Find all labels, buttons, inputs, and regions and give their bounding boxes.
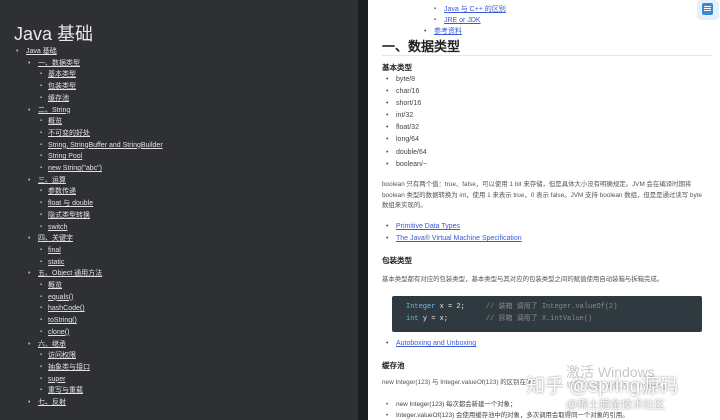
toc-item[interactable]: toString()	[38, 315, 344, 327]
reference-links: Primitive Data Types The Java® Virtual M…	[382, 221, 522, 245]
toc-item[interactable]: String, StringBuffer and StringBuilder	[38, 140, 344, 152]
panel-divider[interactable]	[358, 0, 368, 420]
toc-item-root[interactable]: Java 基础 一、数据类型 基本类型 包装类型 缓存池 二、String 概览…	[14, 46, 344, 409]
toc-item[interactable]: 访问权限	[38, 350, 344, 362]
code-line: Integer x = 2; // 装箱 调用了 Integer.valueOf…	[406, 303, 618, 311]
subheading-basic-types: 基本类型	[382, 63, 412, 72]
toc-item[interactable]: 概览	[38, 280, 344, 292]
toc-item[interactable]: 参数传递	[38, 186, 344, 198]
toc-item[interactable]: new String("abc")	[38, 163, 344, 175]
toc-section[interactable]: 六、继承 访问权限 抽象类与接口 super 重写与重载	[26, 339, 344, 398]
toc-section[interactable]: 一、数据类型 基本类型 包装类型 缓存池	[26, 58, 344, 105]
list-item: double/64	[382, 147, 427, 159]
subheading-cache-pool: 缓存池	[382, 361, 405, 370]
juejin-watermark: @稀土掘金技术社区	[566, 399, 666, 411]
list-item: int/32	[382, 110, 427, 122]
list-item: float/32	[382, 122, 427, 134]
toc-item[interactable]: 基本类型	[38, 69, 344, 81]
content-panel: Java 与 C++ 的区别 JRE or JDK 参考资料 一、数据类型 基本…	[368, 0, 720, 420]
toc-item[interactable]: final	[38, 245, 344, 257]
section-heading: 一、数据类型	[382, 39, 461, 54]
autobox-links: Autoboxing and Unboxing	[382, 338, 476, 350]
boolean-paragraph: boolean 只有两个值：true、false，可以使用 1 bit 来存储，…	[382, 181, 702, 209]
list-item: short/16	[382, 98, 427, 110]
basic-types-list: byte/8 char/16 short/16 int/32 float/32 …	[382, 74, 427, 171]
toc-item[interactable]: 缓存池	[38, 93, 344, 105]
toc-item[interactable]: String Pool	[38, 151, 344, 163]
toc-item[interactable]: 不可变的好处	[38, 128, 344, 140]
toc-link[interactable]: JRE or JDK	[424, 15, 506, 26]
toc-item[interactable]: float 与 double	[38, 198, 344, 210]
toc-section[interactable]: 二、String 概览 不可变的好处 String, StringBuffer …	[26, 105, 344, 175]
toc-section[interactable]: 三、运算 参数传递 float 与 double 隐式类型转换 switch	[26, 175, 344, 234]
autobox-link[interactable]: Autoboxing and Unboxing	[382, 338, 476, 350]
toc-item[interactable]: 重写与重载	[38, 385, 344, 397]
toc-section[interactable]: 七、反射	[26, 397, 344, 409]
toc-item[interactable]: 隐式类型转换	[38, 210, 344, 222]
toc-tree: Java 基础 一、数据类型 基本类型 包装类型 缓存池 二、String 概览…	[14, 46, 344, 409]
toc-item[interactable]: static	[38, 257, 344, 269]
toc-item[interactable]: 抽象类与接口	[38, 362, 344, 374]
code-block: Integer x = 2; // 装箱 调用了 Integer.valueOf…	[392, 296, 702, 332]
list-item: long/64	[382, 134, 427, 146]
list-item: char/16	[382, 86, 427, 98]
list-item: byte/8	[382, 74, 427, 86]
toc-item[interactable]: super	[38, 374, 344, 386]
toc-item[interactable]: switch	[38, 222, 344, 234]
toc-section[interactable]: 四、关键字 final static	[26, 233, 344, 268]
subheading-wrapper-types: 包装类型	[382, 256, 412, 265]
zhihu-watermark: 知乎 @spring源码	[526, 376, 679, 397]
list-item: boolean/~	[382, 159, 427, 171]
ref-link[interactable]: Primitive Data Types	[382, 221, 522, 233]
heading-rule	[382, 55, 712, 56]
ref-link[interactable]: The Java® Virtual Machine Specification	[382, 233, 522, 245]
toc-section[interactable]: 五、Object 通用方法 概览 equals() hashCode() toS…	[26, 268, 344, 338]
toc-item[interactable]: 概览	[38, 116, 344, 128]
wrapper-paragraph: 基本类型都有对应的包装类型，基本类型与其对应的包装类型之间的赋值使用自动装箱与拆…	[382, 276, 664, 283]
toc-item[interactable]: hashCode()	[38, 303, 344, 315]
toc-item[interactable]: 包装类型	[38, 81, 344, 93]
toc-item[interactable]: equals()	[38, 292, 344, 304]
toc-title: Java 基础	[14, 24, 94, 44]
top-link-list: Java 与 C++ 的区别 JRE or JDK 参考资料	[384, 4, 506, 37]
toc-item[interactable]: clone()	[38, 327, 344, 339]
toc-panel: Java 基础 Java 基础 一、数据类型 基本类型 包装类型 缓存池 二、S…	[0, 0, 358, 420]
toc-link[interactable]: Java 与 C++ 的区别	[424, 4, 506, 15]
document-icon[interactable]	[702, 3, 713, 15]
code-line: int y = x; // 拆箱 调用了 X.intValue()	[406, 315, 593, 323]
